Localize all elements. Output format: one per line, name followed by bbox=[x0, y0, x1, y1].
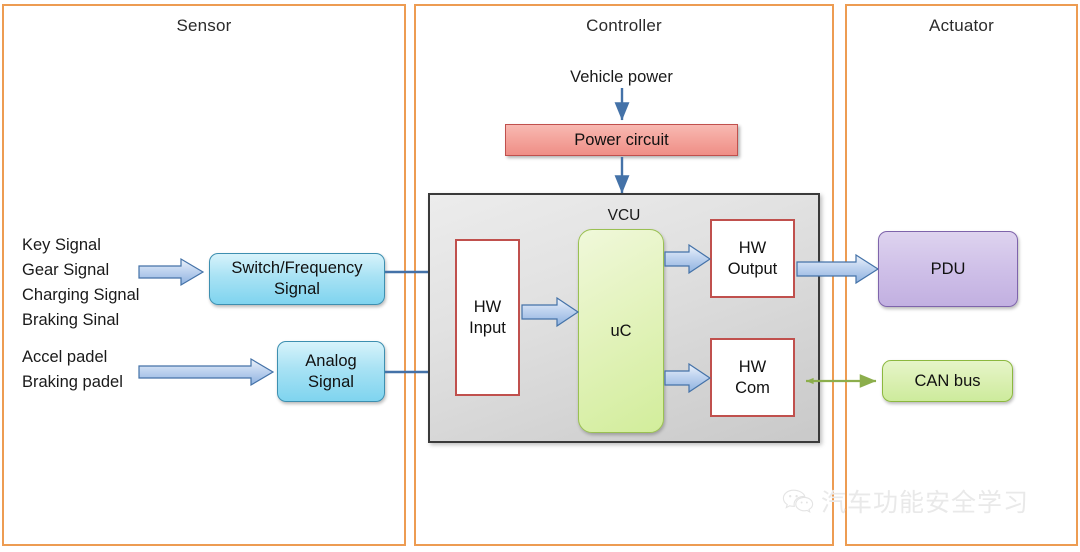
connector-vehicle-power-to-power-circuit bbox=[614, 88, 630, 121]
box-uc-microcontroller[interactable]: uC bbox=[578, 229, 664, 433]
panel-sensor-title: Sensor bbox=[176, 16, 232, 35]
box-hw-output-line2: Output bbox=[727, 259, 778, 278]
box-switch-frequency-line1: Switch/Frequency bbox=[231, 259, 363, 277]
box-pdu-label: PDU bbox=[930, 259, 966, 278]
box-hw-input[interactable]: HW Input bbox=[455, 239, 520, 396]
sensor-signal-group-analog: Accel padel Braking padel bbox=[22, 345, 123, 395]
connector-hw-com-to-can-bus bbox=[806, 374, 877, 388]
sensor-signal-group-digital: Key Signal Gear Signal Charging Signal B… bbox=[22, 233, 139, 333]
wechat-icon bbox=[782, 489, 814, 514]
block-arrow-uc-to-hw-com bbox=[664, 362, 712, 394]
signal-label-braking-pedal: Braking padel bbox=[22, 373, 123, 391]
box-switch-frequency-line2: Signal bbox=[274, 280, 320, 298]
box-pdu[interactable]: PDU bbox=[878, 231, 1018, 307]
block-arrow-hw-output-to-pdu bbox=[796, 253, 880, 285]
panel-controller-title: Controller bbox=[586, 16, 662, 35]
box-uc-label: uC bbox=[610, 321, 632, 340]
signal-label-gear: Gear Signal bbox=[22, 261, 110, 279]
watermark-text: 汽车功能安全学习 bbox=[821, 488, 1030, 517]
signal-label-charging: Charging Signal bbox=[22, 286, 140, 304]
box-hw-input-line2: Input bbox=[469, 318, 506, 337]
box-hw-input-line1: HW bbox=[473, 297, 502, 316]
box-hw-output-line1: HW bbox=[738, 238, 767, 257]
box-analog-signal[interactable]: Analog Signal bbox=[277, 341, 385, 402]
diagram-canvas: Sensor Controller Actuator Key Signal Ge… bbox=[0, 0, 1080, 552]
panel-actuator-title: Actuator bbox=[929, 16, 994, 35]
block-arrow-uc-to-hw-output bbox=[664, 243, 712, 275]
box-analog-line2: Signal bbox=[308, 372, 354, 391]
label-vehicle-power: Vehicle power bbox=[570, 68, 673, 86]
box-can-bus-label: CAN bus bbox=[914, 371, 981, 390]
block-arrow-hw-input-to-uc bbox=[521, 296, 580, 328]
signal-label-key: Key Signal bbox=[22, 236, 101, 254]
box-hw-output[interactable]: HW Output bbox=[710, 219, 795, 298]
box-power-circuit-label: Power circuit bbox=[574, 130, 669, 149]
box-power-circuit[interactable]: Power circuit bbox=[505, 124, 738, 156]
block-arrow-analog-signals-to-analog-box bbox=[138, 357, 275, 387]
block-arrow-digital-signals-to-switch-box bbox=[138, 257, 205, 287]
box-hw-com-line1: HW bbox=[738, 357, 767, 376]
signal-label-braking: Braking Sinal bbox=[22, 311, 120, 329]
box-can-bus[interactable]: CAN bus bbox=[882, 360, 1013, 402]
watermark: 汽车功能安全学习 bbox=[782, 483, 1029, 519]
signal-label-accel-pedal: Accel padel bbox=[22, 348, 108, 366]
box-hw-com-line2: Com bbox=[735, 378, 770, 397]
box-analog-line1: Analog bbox=[305, 351, 357, 370]
box-hw-com[interactable]: HW Com bbox=[710, 338, 795, 417]
box-switch-frequency-signal[interactable]: Switch/Frequency Signal bbox=[209, 253, 385, 305]
